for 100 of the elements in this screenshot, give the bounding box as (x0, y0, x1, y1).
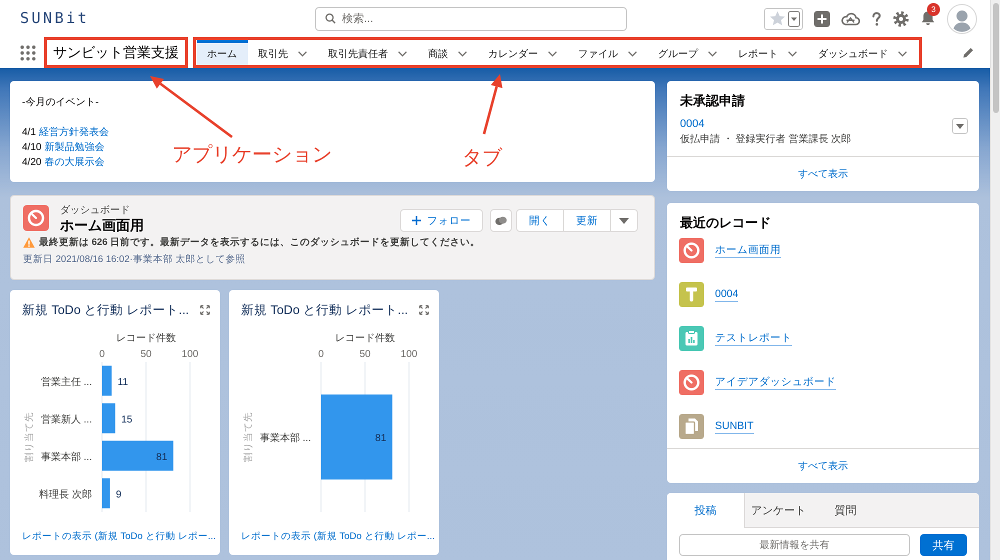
tick-label: 50 (140, 349, 152, 360)
record-link[interactable]: アイデアダッシュボード (715, 375, 836, 390)
event-date: 4/10 (22, 141, 42, 155)
chevron-down-icon[interactable] (898, 51, 907, 57)
record-link[interactable]: SUNBIT (715, 419, 754, 434)
tick-label: 50 (359, 349, 371, 360)
tick-label: 0 (318, 349, 324, 360)
tick-label: 100 (400, 349, 418, 360)
warning-icon (23, 237, 35, 248)
record-link[interactable]: 0004 (715, 287, 738, 302)
scrollbar-thumb[interactable] (993, 3, 999, 113)
expand-icon[interactable] (419, 305, 429, 315)
tick-label: 100 (182, 349, 198, 360)
event-link[interactable]: 経営方針発表会 (38, 125, 109, 140)
expand-icon[interactable] (200, 305, 210, 315)
record-type-label: ダッシュボード (60, 205, 130, 217)
chevron-down-icon[interactable] (628, 51, 637, 57)
value-label: 11 (118, 376, 128, 388)
category-label: 営業主任 ... (40, 376, 92, 388)
category-label: 事業本部 ... (260, 433, 311, 444)
chat-icon (495, 216, 507, 226)
scrollbar-track[interactable] (990, 0, 1000, 560)
chevron-down-icon[interactable] (548, 51, 557, 57)
notification-badge: 3 (927, 3, 940, 16)
nav-tab[interactable]: ダッシュボード (808, 40, 918, 65)
more-actions-button[interactable] (610, 209, 638, 232)
tick-label: 0 (99, 349, 105, 360)
nav-tab[interactable]: 取引先責任者 (318, 40, 418, 65)
add-icon[interactable] (814, 10, 830, 26)
row-menu-button[interactable] (952, 118, 968, 134)
cloud-icon[interactable] (841, 11, 860, 26)
gauge-icon (23, 205, 49, 231)
caret-down-icon (619, 218, 629, 224)
nav-tab[interactable]: カレンダー (478, 40, 568, 65)
search-icon (325, 13, 336, 24)
app-launcher-icon[interactable] (20, 44, 36, 60)
event-link[interactable]: 新製品勉強会 (44, 140, 104, 155)
chevron-down-icon[interactable] (788, 51, 797, 57)
record-link[interactable]: テストレポート (715, 331, 792, 346)
category-label: 事業本部 ... (40, 452, 92, 463)
updated-info: 更新日 2021/08/16 16:02·事業本部 太郎として参照 (23, 253, 246, 266)
settings-icon[interactable] (893, 10, 909, 26)
category-label: 料理長 次郎 (39, 489, 92, 500)
event-date: 4/1 (22, 126, 36, 140)
caret-down-icon (956, 124, 964, 128)
edit-icon[interactable] (962, 46, 975, 59)
star-icon (769, 10, 786, 27)
feed-tab[interactable]: 質問 (812, 493, 879, 527)
comments-button[interactable] (490, 209, 512, 232)
axis-title: 割り当て先 (243, 412, 254, 462)
nav-tab[interactable]: ホーム (197, 40, 248, 65)
approval-detail: 仮払申請 ・ 登録実行者 営業課長 次郎 (680, 132, 852, 147)
value-label: 81 (156, 452, 168, 463)
warning-message: 最終更新は 626 日前です。最新データを表示するには、このダッシュボードを更新してください。 (39, 236, 480, 249)
category-label: 営業新人 ... (40, 414, 92, 426)
nav-tab[interactable]: 商談 (418, 40, 478, 65)
report-link[interactable]: レポートの表示 (新規 ToDo と行動 レポー... (22, 530, 216, 543)
favorites-button[interactable] (764, 8, 803, 30)
nav-tab[interactable]: 取引先 (248, 40, 318, 65)
share-button[interactable]: 共有 (920, 534, 967, 556)
follow-button[interactable]: フォロー (400, 209, 483, 232)
search-field[interactable]: 検索... (315, 6, 627, 30)
view-all-link[interactable]: すべて表示 (798, 167, 848, 181)
app-name[interactable]: サンビット営業支援 (44, 37, 188, 68)
value-label: 81 (375, 433, 386, 444)
feed-tab[interactable]: 投稿 (667, 493, 745, 528)
event-link[interactable]: 春の大展示会 (44, 155, 104, 170)
logo[interactable]: SUNBit (20, 9, 90, 27)
events-heading: -今月のイベント- (22, 96, 99, 110)
plus-icon (412, 216, 421, 225)
chart-title: 新規 ToDo と行動 レポート... (241, 302, 408, 318)
nav-tab[interactable]: レポート (728, 40, 808, 65)
avatar-icon[interactable] (947, 4, 977, 34)
annotation-label: アプリケーション (172, 143, 332, 167)
annotation-arrow (482, 74, 502, 134)
help-icon[interactable] (871, 10, 882, 26)
axis-title: レコード件数 (335, 333, 395, 344)
chevron-down-icon[interactable] (298, 51, 307, 57)
view-all-link[interactable]: すべて表示 (798, 459, 848, 473)
action-button[interactable]: 開く (516, 209, 564, 232)
action-button[interactable]: 更新 (563, 209, 611, 232)
caret-down-icon (788, 10, 800, 26)
chevron-down-icon[interactable] (458, 51, 467, 57)
chevron-down-icon[interactable] (708, 51, 717, 57)
feed-tab[interactable]: アンケート (745, 493, 812, 527)
nav-tab[interactable]: ファイル (568, 40, 648, 65)
dashboard-title: ホーム画面用 (60, 217, 144, 234)
nav-tab[interactable]: グループ (648, 40, 728, 65)
chevron-down-icon[interactable] (398, 51, 407, 57)
share-input[interactable]: 最新情報を共有 (679, 534, 910, 556)
value-label: 9 (116, 489, 122, 500)
chart-title: 新規 ToDo と行動 レポート... (22, 302, 190, 318)
event-date: 4/20 (22, 156, 42, 170)
report-link[interactable]: レポートの表示 (新規 ToDo と行動 レポー... (241, 530, 435, 543)
approval-link[interactable]: 0004 (680, 117, 704, 132)
annotation-label: タブ (462, 146, 502, 170)
record-link[interactable]: ホーム画面用 (715, 243, 781, 258)
axis-title: 割り当て先 (24, 412, 35, 462)
card-title: 最近のレコード (680, 214, 771, 232)
value-label: 15 (121, 414, 132, 426)
